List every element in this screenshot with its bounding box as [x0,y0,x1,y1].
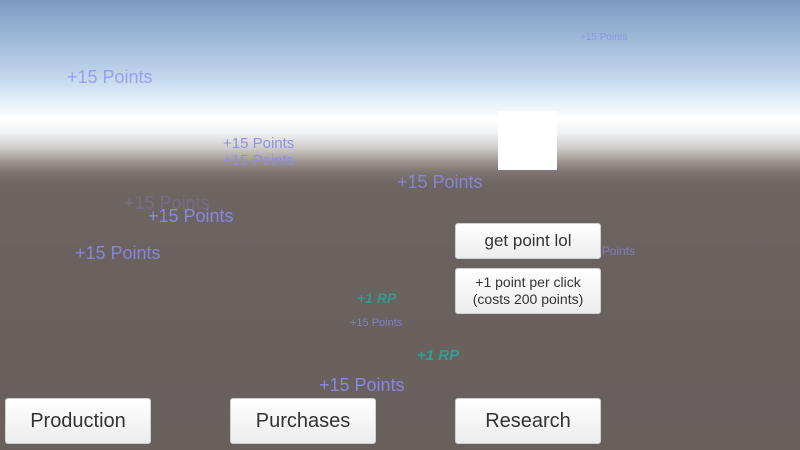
research-tab-button[interactable]: Research [455,398,601,444]
upgrade-label-line1: +1 point per click [475,274,581,290]
points-popup: +15 Points [67,67,153,87]
purchases-tab-button[interactable]: Purchases [230,398,376,444]
production-tab-button[interactable]: Production [5,398,151,444]
research-tab-label: Research [485,409,571,432]
rp-popup: +1 RP [417,347,460,364]
purchases-tab-label: Purchases [255,409,351,432]
points-popup: +15 Points [319,375,405,395]
production-tab-label: Production [30,409,126,432]
points-popup: +15 Points [223,135,295,152]
upgrade-label-line2: (costs 200 points) [472,291,584,307]
upgrade-click-button[interactable]: +1 point per click (costs 200 points) [455,268,601,314]
get-point-button[interactable]: get point lol [455,223,601,259]
game-scene: +15 Points +15 Points +15 Points +15 Poi… [0,0,800,450]
get-point-label: get point lol [484,231,572,250]
points-popup: +15 Points [350,317,403,329]
rp-popup: +1 RP [357,290,397,306]
points-popup: +15 Points [75,243,161,263]
points-popup: +15 Points [223,152,295,169]
points-popup: +15 Points [148,206,234,226]
points-popup: +15 Points [580,32,628,43]
white-cube[interactable] [498,111,557,170]
points-popup: +15 Points [397,172,483,192]
